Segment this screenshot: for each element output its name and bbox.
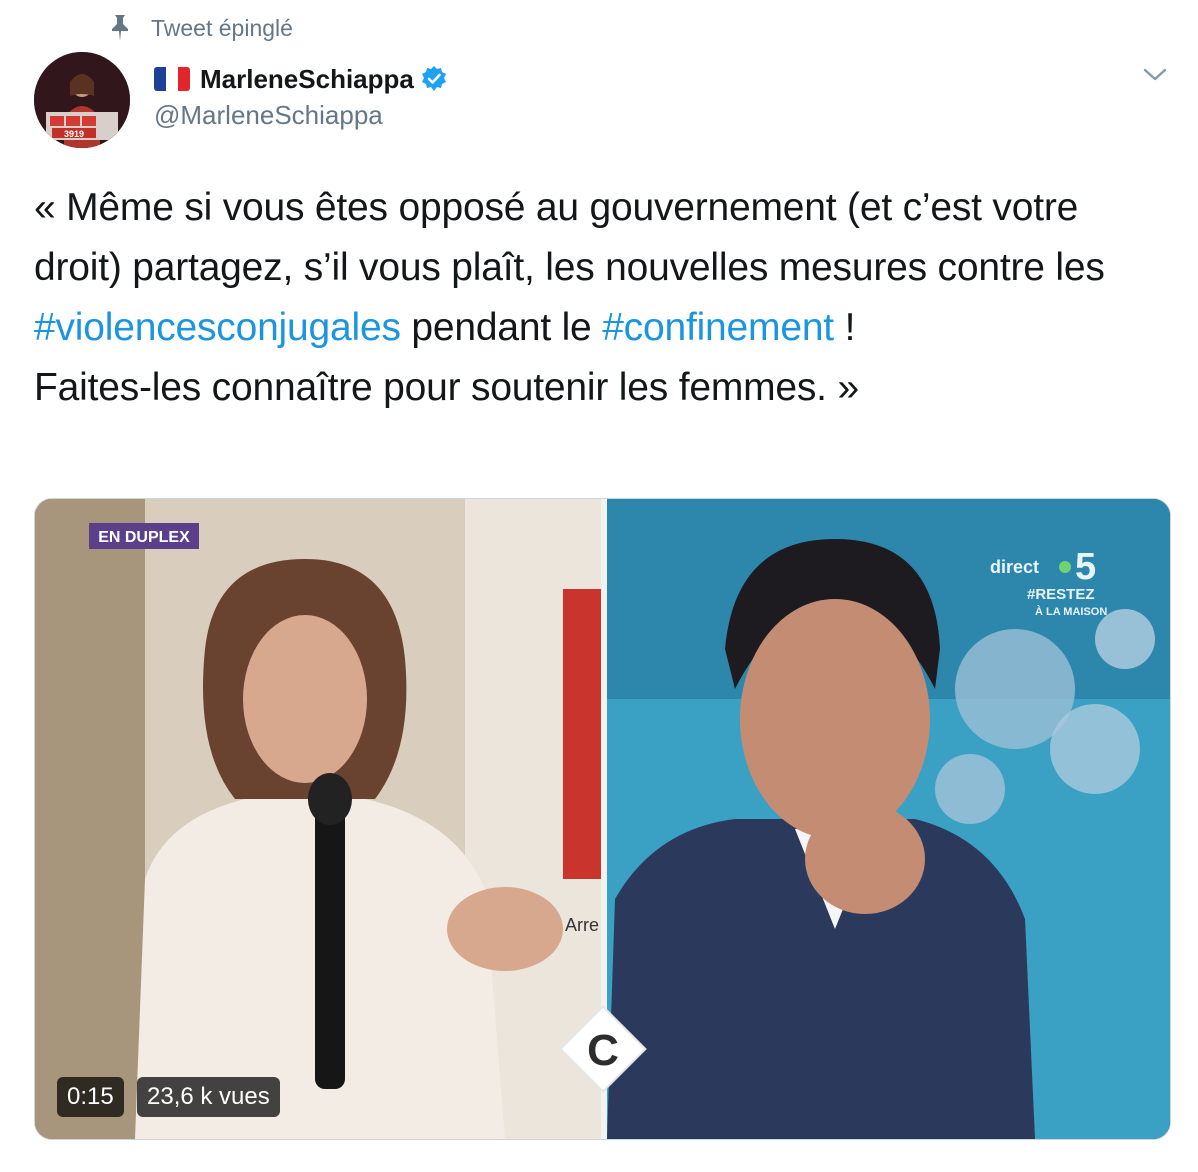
right-person-fist <box>805 804 925 914</box>
right-person-face <box>740 599 930 839</box>
author-name-row[interactable]: MarleneSchiappa <box>154 60 448 98</box>
video-views-badge: 23,6 k vues <box>137 1077 280 1117</box>
microphone <box>315 789 345 1089</box>
left-panel-wall <box>35 499 145 1139</box>
tweet-text-part-2: pendant le <box>400 306 603 349</box>
decor-disc-4 <box>1095 609 1155 669</box>
avatar-sign-text: 3919 <box>64 129 84 139</box>
tweet-text-part-3: ! <box>833 306 856 349</box>
decor-disc-3 <box>935 754 1005 824</box>
author-display-name[interactable]: MarleneSchiappa <box>200 64 414 95</box>
backdrop-poster <box>563 589 601 879</box>
channel-number: 5 <box>1075 546 1096 588</box>
verified-badge-icon <box>421 66 446 91</box>
hashtag-violencesconjugales-link[interactable]: #violencesconjugales <box>34 306 401 349</box>
channel-tag-sub: À LA MAISON <box>1035 605 1107 618</box>
c-show-logo-letter: C <box>587 1026 619 1075</box>
video-duration-badge: 0:15 <box>57 1077 124 1117</box>
hashtag-confinement-link[interactable]: #confinement <box>602 306 834 349</box>
pinned-label: Tweet épinglé <box>151 14 293 41</box>
pinned-indicator: Tweet épinglé <box>106 12 293 44</box>
channel-direct-label: direct <box>990 557 1039 577</box>
tweet-paragraph-1: « Même si vous êtes opposé au gouverneme… <box>34 178 1174 358</box>
video-player[interactable]: Arre EN DUPLEX direct 5 #RESTEZ À LA MAI… <box>34 498 1171 1140</box>
left-person-hand <box>447 887 563 971</box>
left-person-face <box>243 615 367 783</box>
pin-icon <box>112 15 128 41</box>
backdrop-poster-text: Arre <box>565 915 599 935</box>
decor-disc-2 <box>1050 704 1140 794</box>
tweet-text: « Même si vous êtes opposé au gouverneme… <box>34 178 1174 418</box>
video-frame: Arre EN DUPLEX direct 5 #RESTEZ À LA MAI… <box>35 499 1170 1139</box>
avatar-image: 3919 <box>34 52 130 148</box>
avatar[interactable]: 3919 <box>34 52 130 148</box>
channel-tag: #RESTEZ <box>1027 586 1095 603</box>
channel-live-dot <box>1059 561 1071 573</box>
en-duplex-label: EN DUPLEX <box>98 529 190 546</box>
microphone-head <box>308 773 352 825</box>
chevron-down-icon[interactable] <box>1140 62 1170 86</box>
tweet-text-part-1: « Même si vous êtes opposé au gouverneme… <box>34 186 1105 289</box>
author-handle[interactable]: @MarleneSchiappa <box>154 100 383 131</box>
france-flag-icon <box>154 67 190 91</box>
tweet-paragraph-2: Faites-les connaître pour soutenir les f… <box>34 366 859 409</box>
